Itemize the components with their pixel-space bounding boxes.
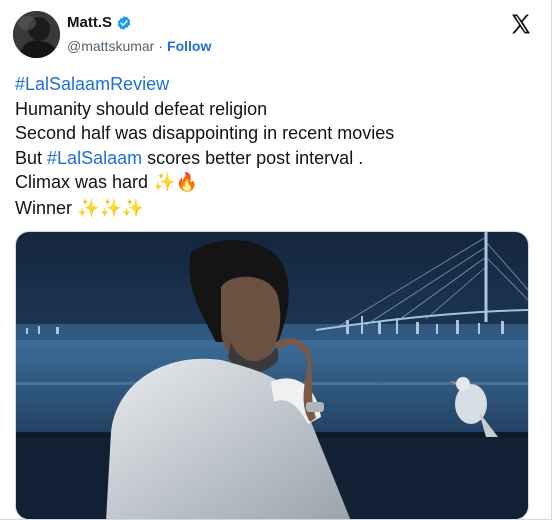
tweet-image[interactable] [15, 231, 529, 520]
tweet-text-span: Humanity should defeat religion [15, 98, 268, 119]
tweet-text: #LalSalaamReview Humanity should defeat r… [15, 72, 535, 221]
x-logo-icon[interactable] [509, 12, 533, 36]
tweet-text-span: Climax was hard [15, 172, 154, 192]
author-handle[interactable]: @mattskumar [67, 38, 154, 54]
tweet-line: Humanity should defeat religion [15, 97, 535, 122]
verified-badge-icon [116, 15, 132, 31]
tweet-line: #LalSalaamReview [15, 72, 535, 97]
tweet-line: Climax was hard ✨🔥 [15, 170, 535, 196]
tweet-text-span: scores better post interval . [142, 147, 364, 168]
hashtag-link[interactable]: #LalSalaam [47, 148, 142, 168]
follow-button[interactable]: Follow [167, 38, 211, 54]
sparkles-icon: ✨ [99, 197, 122, 219]
tweet-card: Matt.S @mattskumar · Follow #LalSalaamRe… [0, 0, 552, 520]
author-name[interactable]: Matt.S [67, 14, 112, 31]
sparkles-icon: ✨ [77, 197, 100, 219]
author-handle-row: @mattskumar · Follow [67, 38, 211, 54]
sparkles-icon: ✨ [153, 172, 176, 193]
tweet-text-span: Second half was disappointing in recent … [15, 123, 395, 143]
separator-dot: · [158, 38, 164, 54]
author-name-row: Matt.S [67, 14, 132, 31]
tweet-text-span: Winner [15, 197, 78, 218]
tweet-text-span: But [15, 147, 48, 168]
hashtag-link[interactable]: #LalSalaamReview [15, 74, 169, 94]
tweet-line: But #LalSalaam scores better post interv… [15, 146, 535, 171]
tweet-line: Winner ✨✨✨ [15, 196, 535, 222]
fire-icon: 🔥 [175, 172, 198, 193]
avatar[interactable] [13, 11, 60, 58]
tweet-line: Second half was disappointing in recent … [15, 121, 535, 146]
sparkles-icon: ✨ [121, 197, 145, 219]
